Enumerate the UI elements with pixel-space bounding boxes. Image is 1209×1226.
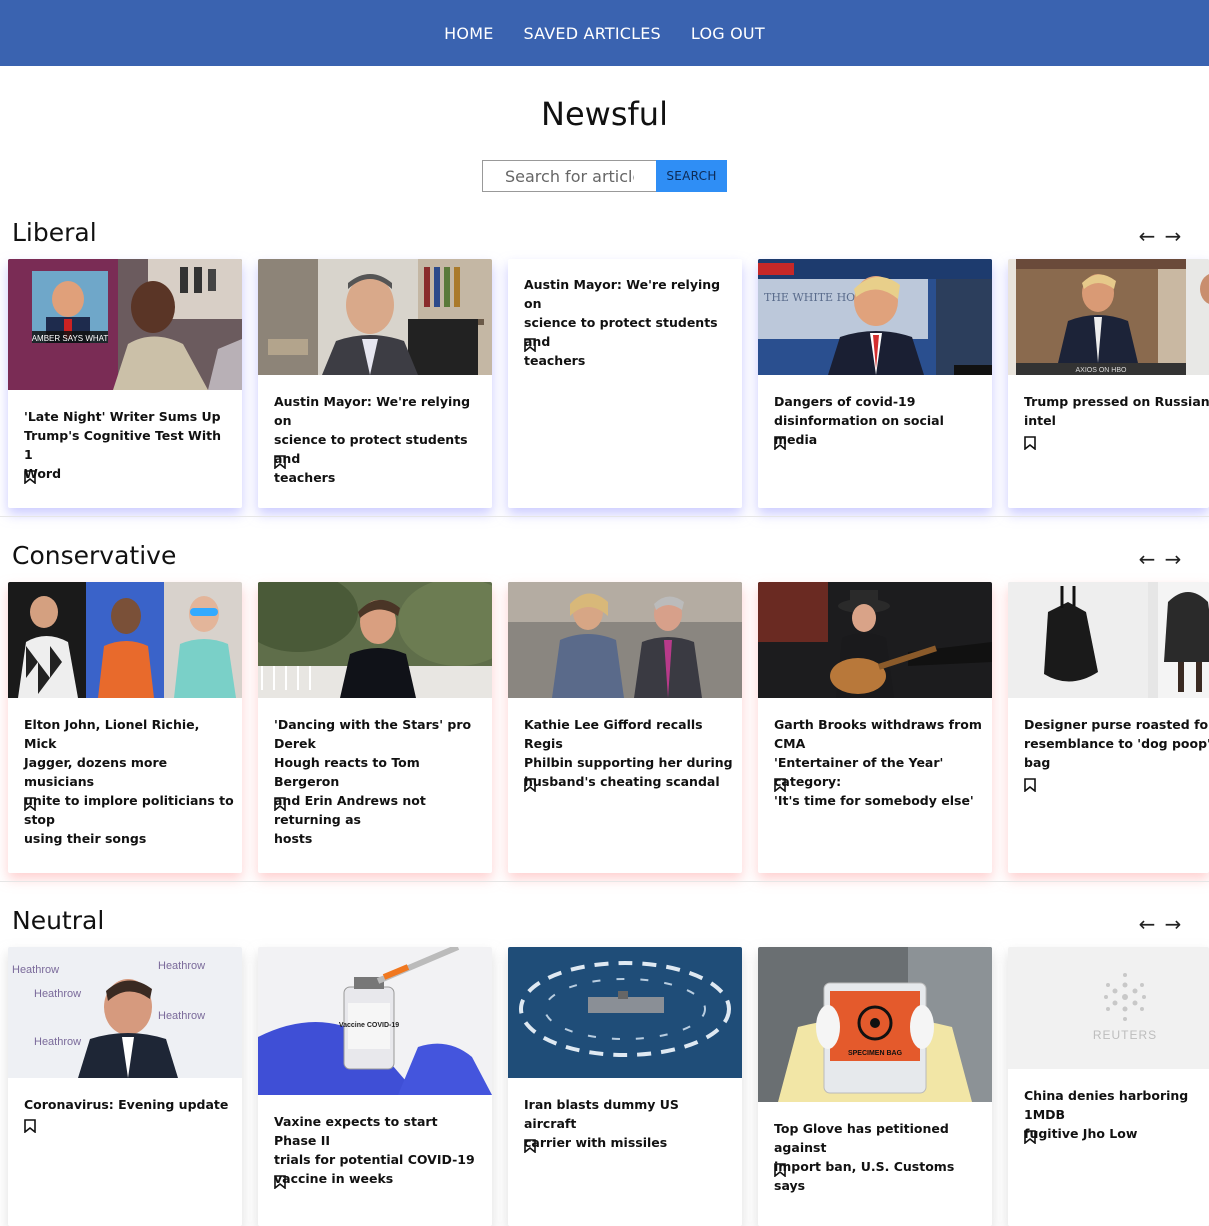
article-image: THE WHITE HOUSE xyxy=(758,259,992,375)
image-overlay-text: AXIOS ON HBO xyxy=(1076,367,1128,374)
article-card[interactable]: Heathrow Heathrow Heathrow Heathrow Heat… xyxy=(8,947,242,1226)
article-headline: Austin Mayor: We're relying on science t… xyxy=(274,394,471,485)
article-image xyxy=(258,582,492,698)
article-image: SPECIMEN BAG xyxy=(758,947,992,1102)
bookmark-icon[interactable] xyxy=(274,797,286,811)
bookmark-icon[interactable] xyxy=(1024,1130,1036,1144)
image-overlay-text: AMBER SAYS WHAT xyxy=(32,334,109,343)
bookmark-icon[interactable] xyxy=(274,455,286,469)
article-headline: Trump pressed on Russian bounty intel xyxy=(1024,394,1209,428)
article-card[interactable]: THE WHITE HOUSE Dangers of covid-19 disi… xyxy=(758,259,992,508)
arrow-right-icon[interactable]: → xyxy=(1163,912,1183,936)
nav-home-link[interactable]: HOME xyxy=(444,24,493,43)
top-navigation: HOME SAVED ARTICLES LOG OUT xyxy=(0,0,1209,66)
carousel-arrows: ← → xyxy=(1137,547,1183,571)
article-image xyxy=(258,259,492,375)
image-overlay-text: REUTERS xyxy=(1093,1028,1157,1042)
bookmark-icon[interactable] xyxy=(774,1163,786,1177)
search-button[interactable]: SEARCH xyxy=(656,160,727,192)
section-title: Liberal xyxy=(12,218,97,247)
carousel-arrows: ← → xyxy=(1137,912,1183,936)
bookmark-icon[interactable] xyxy=(524,338,536,352)
bookmark-icon[interactable] xyxy=(524,1139,536,1153)
site-title: Newsful xyxy=(541,95,668,133)
article-headline: China denies harboring 1MDB fugitive Jho… xyxy=(1024,1088,1189,1141)
article-headline: Designer purse roasted for resemblance t… xyxy=(1024,717,1209,770)
article-headline: 'Dancing with the Stars' pro Derek Hough… xyxy=(274,717,472,846)
bookmark-icon[interactable] xyxy=(1024,436,1036,450)
bookmark-icon[interactable] xyxy=(1024,778,1036,792)
svg-text:Heathrow: Heathrow xyxy=(34,1036,81,1048)
article-image xyxy=(1008,582,1209,698)
article-card[interactable]: Designer purse roasted for resemblance t… xyxy=(1008,582,1209,873)
arrow-right-icon[interactable]: → xyxy=(1163,224,1183,248)
article-card[interactable]: Vaccine COVID-19 Vaxine expects to start… xyxy=(258,947,492,1226)
section-divider xyxy=(0,881,1209,882)
article-headline: Coronavirus: Evening update xyxy=(24,1097,229,1112)
article-headline: Iran blasts dummy US aircraft carrier wi… xyxy=(524,1097,679,1150)
arrow-right-icon[interactable]: → xyxy=(1163,547,1183,571)
article-image: AMBER SAYS WHAT xyxy=(8,259,242,390)
article-image: REUTERS xyxy=(1008,947,1209,1069)
image-overlay-text: Vaccine COVID-19 xyxy=(339,1022,399,1029)
article-headline: Austin Mayor: We're relying on science t… xyxy=(524,277,721,368)
article-headline: Vaxine expects to start Phase II trials … xyxy=(274,1114,475,1186)
section-conservative: Conservative ← → xyxy=(0,541,1209,581)
section-neutral: Neutral ← → xyxy=(0,906,1209,946)
article-card[interactable]: Iran blasts dummy US aircraft carrier wi… xyxy=(508,947,742,1226)
article-image: Vaccine COVID-19 xyxy=(258,947,492,1095)
bookmark-icon[interactable] xyxy=(774,436,786,450)
nav-logout-link[interactable]: LOG OUT xyxy=(691,24,765,43)
section-title: Conservative xyxy=(12,541,177,570)
search-bar: SEARCH xyxy=(482,160,727,192)
article-card[interactable]: SPECIMEN BAG Top Glove has petitioned ag… xyxy=(758,947,992,1226)
article-card[interactable]: Garth Brooks withdraws from CMA 'Enterta… xyxy=(758,582,992,873)
article-card[interactable]: AXIOS ON HBO Trump pressed on Russian bo… xyxy=(1008,259,1209,508)
article-card[interactable]: REUTERS China denies harboring 1MDB fugi… xyxy=(1008,947,1209,1226)
article-image xyxy=(508,582,742,698)
carousel-arrows: ← → xyxy=(1137,224,1183,248)
article-card[interactable]: Kathie Lee Gifford recalls Regis Philbin… xyxy=(508,582,742,873)
article-headline: Top Glove has petitioned against import … xyxy=(774,1121,955,1193)
article-headline: Elton John, Lionel Richie, Mick Jagger, … xyxy=(24,717,234,846)
image-overlay-text: Heathrow xyxy=(12,964,59,976)
article-image xyxy=(758,582,992,698)
article-image: Heathrow Heathrow Heathrow Heathrow Heat… xyxy=(8,947,242,1078)
arrow-left-icon[interactable]: ← xyxy=(1137,224,1157,248)
article-headline: Kathie Lee Gifford recalls Regis Philbin… xyxy=(524,717,733,789)
article-card[interactable]: Austin Mayor: We're relying on science t… xyxy=(508,259,742,508)
article-image xyxy=(508,947,742,1078)
article-image: AXIOS ON HBO xyxy=(1008,259,1209,375)
section-title: Neutral xyxy=(12,906,105,935)
svg-text:Heathrow: Heathrow xyxy=(158,960,205,972)
svg-text:Heathrow: Heathrow xyxy=(158,1010,205,1022)
section-divider xyxy=(0,516,1209,517)
article-card[interactable]: AMBER SAYS WHAT 'Late Night' Writer Sums… xyxy=(8,259,242,508)
article-card[interactable]: Elton John, Lionel Richie, Mick Jagger, … xyxy=(8,582,242,873)
bookmark-icon[interactable] xyxy=(24,1119,36,1133)
bookmark-icon[interactable] xyxy=(24,470,36,484)
article-card[interactable]: 'Dancing with the Stars' pro Derek Hough… xyxy=(258,582,492,873)
article-card[interactable]: Austin Mayor: We're relying on science t… xyxy=(258,259,492,508)
article-headline: Garth Brooks withdraws from CMA 'Enterta… xyxy=(774,717,982,808)
nav-saved-articles-link[interactable]: SAVED ARTICLES xyxy=(524,24,661,43)
arrow-left-icon[interactable]: ← xyxy=(1137,547,1157,571)
article-image xyxy=(8,582,242,698)
bookmark-icon[interactable] xyxy=(774,778,786,792)
search-input[interactable] xyxy=(482,160,656,192)
svg-text:Heathrow: Heathrow xyxy=(34,988,81,1000)
article-headline: Dangers of covid-19 disinformation on so… xyxy=(774,394,944,447)
image-overlay-text: SPECIMEN BAG xyxy=(848,1050,903,1057)
bookmark-icon[interactable] xyxy=(24,797,36,811)
arrow-left-icon[interactable]: ← xyxy=(1137,912,1157,936)
bookmark-icon[interactable] xyxy=(524,778,536,792)
bookmark-icon[interactable] xyxy=(274,1175,286,1189)
article-headline: 'Late Night' Writer Sums Up Trump's Cogn… xyxy=(24,409,221,481)
